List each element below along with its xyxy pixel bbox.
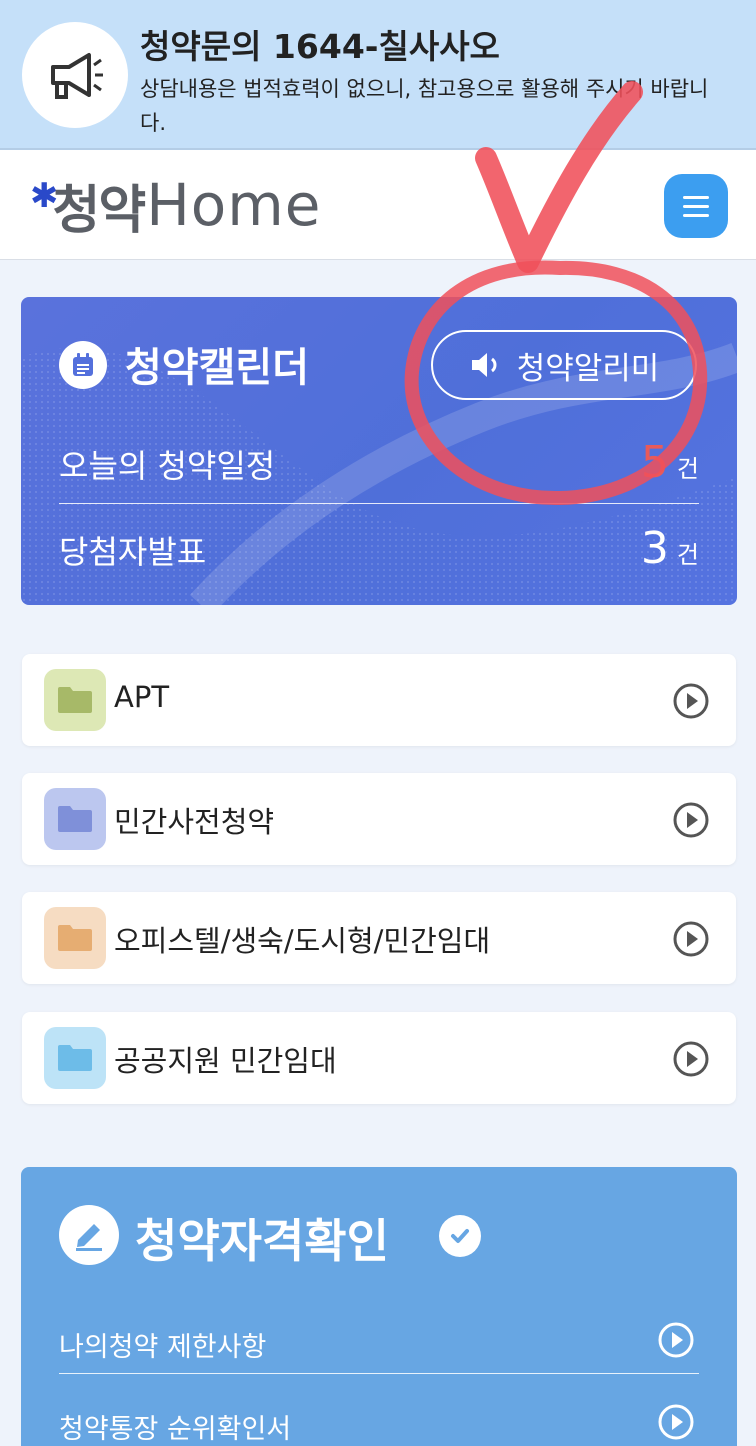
eligibility-restriction-row[interactable]: 나의청약 제한사항 [59, 1322, 699, 1364]
alarm-button-label: 청약알리미 [516, 350, 660, 387]
eligibility-divider [59, 1373, 699, 1374]
menu-line-icon [683, 195, 709, 199]
logo-english-text: Home [146, 171, 322, 239]
logo-korean-text: 청약 [52, 180, 147, 241]
category-item-private-pre-subscription[interactable]: 민간사전청약 [22, 773, 736, 865]
pencil-icon [59, 1205, 119, 1265]
today-schedule-label: 오늘의 청약일정 [59, 447, 276, 485]
circle-play-arrow-icon [673, 1041, 709, 1077]
menu-line-icon [683, 213, 709, 217]
notice-description: 상담내용은 법적효력이 없으니, 참고용으로 활용해 주시기 바랍니다. [140, 77, 709, 135]
folder-icon [44, 788, 106, 850]
check-badge-icon [439, 1215, 481, 1257]
category-label: 공공지원 민간임대 [114, 1044, 337, 1078]
eligibility-title: 청약자격확인 [135, 1214, 389, 1268]
category-label: 오피스텔/생숙/도시형/민간임대 [114, 924, 491, 958]
speaker-icon [471, 353, 497, 377]
category-label: 민간사전청약 [114, 805, 275, 839]
folder-icon [44, 907, 106, 969]
category-item-officetel[interactable]: 오피스텔/생숙/도시형/민간임대 [22, 892, 736, 984]
eligibility-row-label: 나의청약 제한사항 [59, 1332, 267, 1363]
today-schedule-count: 5 [640, 437, 669, 488]
eligibility-row-label: 청약통장 순위확인서 [59, 1414, 292, 1445]
winner-announcement-unit: 건 [676, 541, 699, 569]
circle-play-arrow-icon [673, 683, 709, 719]
folder-icon [44, 1027, 106, 1089]
megaphone-icon [22, 22, 128, 128]
today-schedule-row[interactable]: 오늘의 청약일정 5건 [59, 437, 699, 488]
folder-icon [44, 669, 106, 731]
winner-announcement-count: 3 [640, 523, 669, 574]
today-schedule-unit: 건 [676, 455, 699, 483]
calendar-card: 청약캘린더 청약알리미 오늘의 청약일정 5건 당첨자발표 3건 [21, 297, 737, 605]
winner-announcement-label: 당첨자발표 [59, 533, 207, 571]
subscription-alarm-button[interactable]: 청약알리미 [431, 330, 697, 400]
circle-play-arrow-icon [673, 802, 709, 838]
site-logo[interactable]: ✱ 청약 Home [30, 171, 322, 241]
category-item-public-support-rental[interactable]: 공공지원 민간임대 [22, 1012, 736, 1104]
menu-line-icon [683, 204, 709, 208]
calendar-divider [59, 503, 699, 504]
category-item-apt[interactable]: APT [22, 654, 736, 746]
notice-title: 청약문의 1644-칠사사오 [140, 27, 500, 66]
app-header: ✱ 청약 Home [0, 150, 756, 260]
calendar-icon [59, 341, 107, 389]
eligibility-card: 청약자격확인 나의청약 제한사항 청약통장 순위확인서 [21, 1167, 737, 1446]
circle-play-arrow-icon [658, 1404, 694, 1440]
winner-announcement-row[interactable]: 당첨자발표 3건 [59, 523, 699, 574]
circle-play-arrow-icon [658, 1322, 694, 1358]
calendar-title: 청약캘린더 [125, 345, 309, 391]
hamburger-menu-button[interactable] [664, 174, 728, 238]
circle-play-arrow-icon [673, 921, 709, 957]
category-label: APT [114, 680, 170, 714]
account-rank-certificate-row[interactable]: 청약통장 순위확인서 [59, 1404, 699, 1446]
notice-banner: 청약문의 1644-칠사사오 상담내용은 법적효력이 없으니, 참고용으로 활용… [0, 0, 756, 150]
